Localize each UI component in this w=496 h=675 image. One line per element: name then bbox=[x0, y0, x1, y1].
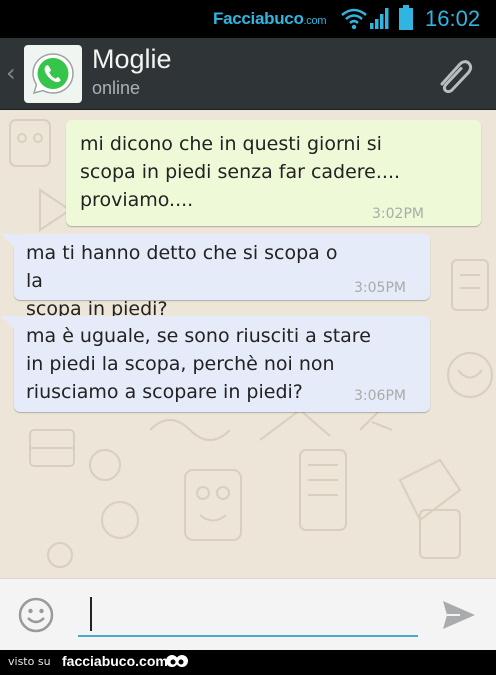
wifi-icon bbox=[341, 8, 367, 30]
status-bar-brand: Facciabuco.com bbox=[213, 9, 326, 29]
text-cursor bbox=[90, 597, 92, 631]
paperclip-icon[interactable] bbox=[432, 54, 476, 94]
message-text: ma ti hanno detto che si scopa o la scop… bbox=[26, 242, 338, 320]
message-time: 3:05PM bbox=[354, 280, 406, 296]
chat-header[interactable]: ‹ Moglie online bbox=[0, 38, 496, 110]
status-bar: Facciabuco.com 16:02 bbox=[0, 0, 496, 38]
smiley-icon[interactable] bbox=[17, 596, 55, 634]
watermark-prefix: visto su bbox=[8, 655, 51, 668]
signal-icon bbox=[370, 8, 389, 29]
send-icon[interactable] bbox=[440, 597, 478, 633]
eyes-logo-icon bbox=[166, 655, 188, 667]
brand-name: Facciabuco bbox=[213, 9, 304, 28]
message-time: 3:06PM bbox=[354, 388, 406, 404]
brand-suffix: .com bbox=[303, 15, 327, 27]
clock: 16:02 bbox=[425, 6, 481, 31]
message-bubble-incoming[interactable]: ma ti hanno detto che si scopa o la scop… bbox=[1, 234, 430, 320]
battery-icon bbox=[399, 5, 413, 30]
whatsapp-logo-icon bbox=[32, 53, 74, 95]
message-list[interactable]: mi dicono che in questi giorni si scopa … bbox=[0, 110, 496, 578]
bubble-tail bbox=[1, 316, 15, 330]
bubble-tail bbox=[1, 234, 15, 248]
composer-bar bbox=[0, 578, 496, 650]
message-time: 3:02PM bbox=[372, 206, 424, 222]
message-bubble-incoming[interactable]: ma è uguale, se sono riusciti a stare in… bbox=[1, 316, 430, 412]
watermark-footer: visto su facciabuco.com bbox=[0, 650, 496, 675]
contact-status: online bbox=[92, 78, 141, 98]
contact-name[interactable]: Moglie bbox=[92, 44, 172, 75]
watermark-site: facciabuco.com bbox=[62, 653, 168, 669]
message-input[interactable] bbox=[78, 593, 418, 637]
back-arrow-icon[interactable]: ‹ bbox=[6, 59, 16, 87]
avatar[interactable] bbox=[24, 45, 82, 103]
message-bubble-outgoing[interactable]: mi dicono che in questi giorni si scopa … bbox=[66, 120, 481, 226]
